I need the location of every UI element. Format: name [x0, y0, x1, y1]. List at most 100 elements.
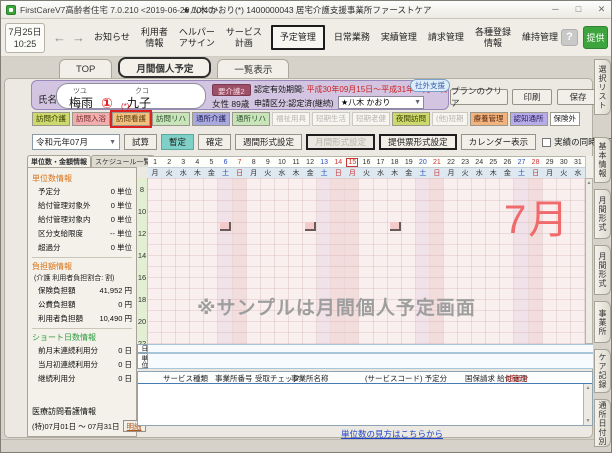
calendar-day-column-31[interactable] — [571, 178, 585, 344]
left-tab-schedule-list[interactable]: スケジュール一覧 — [91, 155, 155, 167]
calendar-date-16[interactable]: 16 — [359, 157, 373, 167]
calendar-date-2[interactable]: 2 — [162, 157, 176, 167]
confirm-button[interactable]: 確定 — [198, 134, 231, 150]
print-button[interactable]: 印刷 — [512, 89, 552, 105]
calendar-date-1[interactable]: 1 — [148, 157, 162, 167]
forward-arrow-icon[interactable]: → — [72, 30, 85, 45]
care-manager-select[interactable]: ★八木 かおり ▼ — [338, 96, 424, 109]
tab-top[interactable]: TOP — [59, 59, 112, 78]
calendar-view-button[interactable]: カレンダー表示 — [461, 134, 537, 150]
side-tab-dayservice-by-date[interactable]: 通所日付別 — [594, 399, 611, 447]
calendar-date-6[interactable]: 6 — [218, 157, 232, 167]
calendar-date-28[interactable]: 28 — [529, 157, 543, 167]
back-arrow-icon[interactable]: ← — [53, 30, 66, 45]
service-button-visit-rehab[interactable]: 訪問リハ — [152, 112, 190, 126]
provide-button[interactable]: 提供 — [583, 26, 608, 49]
units-help-link[interactable]: 単位数の見方はこちらから — [341, 428, 443, 440]
nav-item-schedule-management[interactable]: 予定管理 — [271, 25, 325, 49]
calendar-date-3[interactable]: 3 — [176, 157, 190, 167]
help-button[interactable]: ? — [561, 29, 578, 46]
maximize-button[interactable]: □ — [571, 2, 586, 17]
close-button[interactable]: ✕ — [594, 2, 609, 17]
calendar-scrollbar[interactable]: ▲ — [585, 178, 593, 344]
month-select[interactable]: 令和元年07月 ▼ — [32, 134, 120, 150]
tab-list-view[interactable]: 一覧表示 — [217, 59, 289, 78]
service-button-visit-nursing[interactable]: 訪問看護 — [112, 112, 150, 126]
service-button-visit-bath[interactable]: 訪問入浴 — [72, 112, 110, 126]
calendar-date-17[interactable]: 17 — [374, 157, 388, 167]
calendar-date-29[interactable]: 29 — [543, 157, 557, 167]
calendar-date-4[interactable]: 4 — [190, 157, 204, 167]
calendar-weekday-26: 金 — [500, 168, 514, 178]
calendar-date-26[interactable]: 26 — [500, 157, 514, 167]
calendar-day-column-2[interactable] — [162, 178, 176, 344]
calendar-date-30[interactable]: 30 — [557, 157, 571, 167]
calendar-weekday-30: 火 — [557, 168, 571, 178]
tab-monthly-personal-schedule[interactable]: 月間個人予定 — [118, 57, 211, 78]
calendar-date-27[interactable]: 27 — [514, 157, 528, 167]
side-tab-monthly-format-1[interactable]: 月間形式 — [594, 189, 611, 239]
calendar-date-10[interactable]: 10 — [275, 157, 289, 167]
appointment-block-2[interactable] — [305, 222, 316, 231]
side-tab-monthly-format-2[interactable]: 月間形式 — [594, 245, 611, 295]
provisional-button[interactable]: 暫定 — [161, 134, 194, 150]
calendar-date-22[interactable]: 22 — [444, 157, 458, 167]
calendar-date-24[interactable]: 24 — [472, 157, 486, 167]
main-navbar: 7月25日 10:25 ← → お知らせ利用者 情報ヘルパー アサインサービス … — [1, 19, 612, 57]
calendar-date-12[interactable]: 12 — [303, 157, 317, 167]
calendar-date-25[interactable]: 25 — [486, 157, 500, 167]
service-button-dayservice-rehab[interactable]: 通所リハ — [232, 112, 270, 126]
appointment-block-3[interactable] — [390, 222, 401, 231]
calendar-day-column-3[interactable] — [176, 178, 190, 344]
left-tab-units-amount-info[interactable]: 単位数・金額情報 — [27, 155, 91, 167]
scroll-down-icon[interactable]: ▼ — [584, 418, 592, 424]
calendar-date-14[interactable]: 14 — [331, 157, 345, 167]
patient-name-field[interactable]: ツユ クコ 梅雨 九子 — [56, 83, 206, 109]
side-tab-office[interactable]: 事業所 — [594, 301, 611, 343]
nav-item-user-info[interactable]: 利用者 情報 — [139, 25, 170, 50]
calendar-date-9[interactable]: 9 — [261, 157, 275, 167]
service-button-dementia-dayservice[interactable]: 認知通所 — [510, 112, 548, 126]
service-button-medical-care-mgmt[interactable]: 療養管理 — [470, 112, 508, 126]
calendar-date-20[interactable]: 20 — [416, 157, 430, 167]
stat-label: 当月初連続利用分 — [38, 359, 98, 370]
save-button[interactable]: 保存 — [557, 89, 599, 105]
show-results-checkbox[interactable] — [542, 138, 551, 147]
calendar-day-column-25[interactable] — [486, 178, 500, 344]
appointment-block-1[interactable] — [220, 222, 231, 231]
nav-item-results-management[interactable]: 実績管理 — [379, 30, 419, 44]
service-button-dayservice-care[interactable]: 通所介護 — [192, 112, 230, 126]
nav-item-notice[interactable]: お知らせ — [92, 30, 132, 44]
calendar-date-15[interactable]: 15 — [345, 157, 359, 167]
calendar-date-7[interactable]: 7 — [233, 157, 247, 167]
weekly-format-button[interactable]: 週間形式設定 — [235, 134, 302, 150]
offer-sheet-format-button[interactable]: 提供票形式設定 — [379, 134, 457, 150]
calendar-date-31[interactable]: 31 — [571, 157, 585, 167]
calendar-date-5[interactable]: 5 — [204, 157, 218, 167]
calendar-date-13[interactable]: 13 — [317, 157, 331, 167]
service-button-visit-care[interactable]: 訪問介護 — [32, 112, 70, 126]
nav-item-helper-assign[interactable]: ヘルパー アサイン — [177, 25, 217, 50]
calendar-date-21[interactable]: 21 — [430, 157, 444, 167]
side-tab-basic-info[interactable]: 基本情報 — [594, 137, 611, 183]
scroll-up-icon[interactable]: ▲ — [584, 385, 592, 391]
minimize-button[interactable]: ─ — [548, 2, 563, 17]
trial-calc-button[interactable]: 試算 — [124, 134, 157, 150]
calendar-date-8[interactable]: 8 — [247, 157, 261, 167]
nav-item-daily-work[interactable]: 日常業務 — [332, 30, 372, 44]
calendar-day-column-1[interactable] — [148, 178, 162, 344]
calendar-date-19[interactable]: 19 — [402, 157, 416, 167]
service-button-non-insurance[interactable]: 保険外 — [550, 112, 581, 126]
nav-item-maintenance[interactable]: 維持管理 — [520, 30, 560, 44]
nav-item-registration-info[interactable]: 各種登録 情報 — [473, 25, 513, 50]
service-button-night-visit[interactable]: 夜間訪問 — [392, 112, 430, 126]
calendar-date-11[interactable]: 11 — [289, 157, 303, 167]
side-tab-selection-list[interactable]: 選択リスト — [594, 59, 611, 115]
calendar-date-23[interactable]: 23 — [458, 157, 472, 167]
nav-item-billing-management[interactable]: 請求管理 — [426, 30, 466, 44]
calendar-date-18[interactable]: 18 — [388, 157, 402, 167]
table-scrollbar[interactable]: ▲ ▼ — [583, 384, 592, 425]
plan-clear-button[interactable]: プランのクリア — [450, 89, 508, 105]
nav-item-service-plan[interactable]: サービス 計画 — [224, 25, 264, 50]
side-tab-care-record[interactable]: ケア記録 — [594, 349, 611, 393]
